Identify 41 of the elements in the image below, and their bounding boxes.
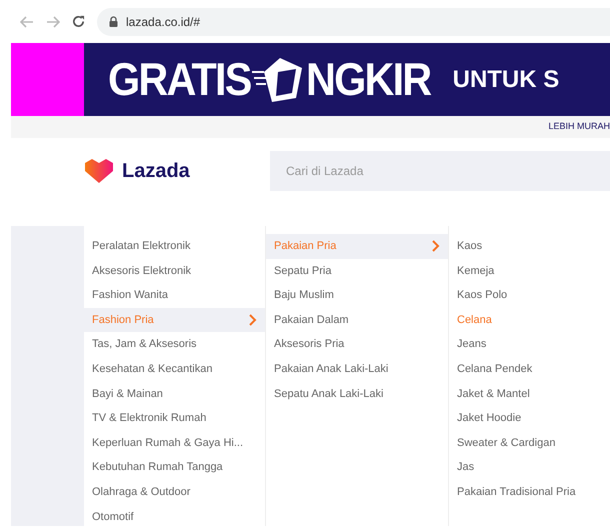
- category-item[interactable]: Keperluan Rumah & Gaya Hi...: [84, 430, 265, 456]
- url-text: lazada.co.id/#: [126, 14, 200, 30]
- logo-text[interactable]: Lazada: [122, 156, 190, 186]
- chevron-right-icon: [249, 314, 257, 326]
- category-item[interactable]: Jas: [449, 455, 610, 480]
- category-item[interactable]: Jaket Hoodie: [449, 406, 610, 431]
- category-item[interactable]: TV & Elektronik Rumah: [84, 406, 265, 431]
- chevron-right-icon: [432, 240, 440, 252]
- category-item[interactable]: Kebutuhan Rumah Tangga: [84, 455, 265, 480]
- category-item[interactable]: Kaos: [449, 234, 610, 259]
- heart-logo-icon[interactable]: [84, 159, 114, 183]
- search-field[interactable]: Cari di Lazada: [270, 151, 610, 191]
- lock-icon: [109, 16, 118, 27]
- banner-headline: NGKIR: [306, 52, 431, 107]
- category-item[interactable]: Baju Muslim: [266, 283, 448, 308]
- category-item[interactable]: Aksesoris Elektronik: [84, 258, 265, 284]
- category-item[interactable]: Jeans: [449, 332, 610, 357]
- category-item[interactable]: Pakaian Dalam: [266, 308, 448, 332]
- category-item[interactable]: Sepatu Pria: [266, 258, 448, 284]
- category-item[interactable]: Fashion Wanita: [84, 283, 265, 308]
- category-item[interactable]: Kemeja: [449, 258, 610, 284]
- promo-strip-text: LEBIH MURAH: [548, 120, 610, 134]
- category-item[interactable]: Aksesoris Pria: [266, 332, 448, 357]
- address-bar[interactable]: lazada.co.id/#: [97, 8, 610, 36]
- category-item[interactable]: Olahraga & Outdoor: [84, 480, 265, 505]
- banner-tagline: UNTUK S: [452, 64, 560, 94]
- category-item[interactable]: Jaket & Mantel: [449, 382, 610, 406]
- category-item[interactable]: Bayi & Mainan: [84, 382, 265, 406]
- reload-icon[interactable]: [72, 15, 85, 28]
- promo-banner[interactable]: GRATIS NGKIR UNTUK S: [84, 43, 610, 116]
- category-item[interactable]: Pakaian Anak Laki-Laki: [266, 356, 448, 382]
- banner-headline: GRATIS: [108, 52, 251, 107]
- category-item[interactable]: Kesehatan & Kecantikan: [84, 356, 265, 382]
- category-item[interactable]: Peralatan Elektronik: [84, 234, 265, 259]
- category-item[interactable]: Kaos Polo: [449, 283, 610, 308]
- category-item[interactable]: Sweater & Cardigan: [449, 430, 610, 456]
- category-item[interactable]: Celana Pendek: [449, 356, 610, 382]
- category-item[interactable]: Sepatu Anak Laki-Laki: [266, 382, 448, 406]
- category-item[interactable]: Pakaian Tradisional Pria: [449, 480, 610, 505]
- category-item[interactable]: Otomotif: [84, 504, 265, 529]
- category-item[interactable]: Tas, Jam & Aksesoris: [84, 332, 265, 357]
